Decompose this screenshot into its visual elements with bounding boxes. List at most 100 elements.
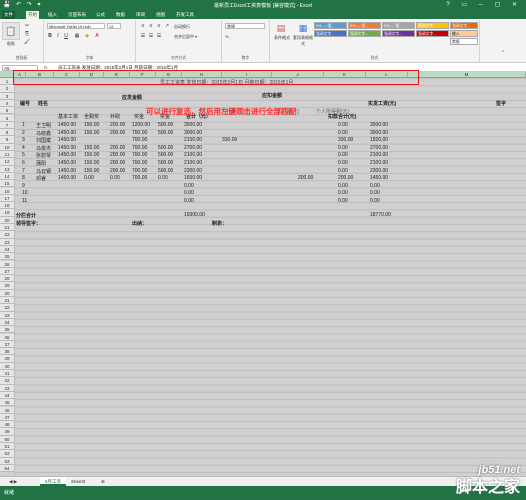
collapse-ribbon-icon[interactable]: ⌃ xyxy=(500,50,506,56)
paste-button[interactable]: 粘贴 xyxy=(2,41,20,47)
align-bottom-icon[interactable]: ≡ xyxy=(156,23,162,29)
row-header[interactable]: 2 xyxy=(0,85,14,93)
row-name[interactable]: 邓睿 xyxy=(36,175,46,182)
style-cell-input[interactable]: 输入 xyxy=(450,30,478,37)
tab-developer[interactable]: 开发工具 xyxy=(174,11,196,19)
font-name-select[interactable]: Microsoft YaHei UI Ligh xyxy=(47,23,105,29)
row-total[interactable]: 1650.00 xyxy=(184,175,202,181)
header-id[interactable]: 编号 xyxy=(20,100,30,107)
row-name[interactable]: 马云钢 xyxy=(36,168,51,175)
row-extra[interactable]: 500.00 xyxy=(158,168,173,174)
row-net[interactable]: 1450.00 xyxy=(370,175,388,181)
row-header[interactable]: 5 xyxy=(0,107,14,115)
row-deduct-total[interactable]: 0.00 xyxy=(338,198,348,204)
row-subsidy[interactable]: 200.00 xyxy=(110,130,125,136)
underline-icon[interactable]: U xyxy=(63,33,69,39)
row-net[interactable]: 0.00 xyxy=(370,190,380,196)
font-size-select[interactable]: 12 xyxy=(107,23,121,29)
style-cell-normal[interactable]: 常规 xyxy=(450,38,478,45)
spreadsheet[interactable]: A B C D E F G H I J K L M 1 2 3 4 5 6 7 8 9 10 11 1… xyxy=(0,70,526,476)
row-name[interactable]: 王卫明 xyxy=(36,122,51,129)
align-middle-icon[interactable]: ≡ xyxy=(148,23,154,29)
style-cell[interactable]: 0% — 强... xyxy=(348,22,381,29)
row-tax[interactable]: 330.00 xyxy=(222,137,237,143)
row-allowance[interactable]: 150.00 xyxy=(84,130,99,136)
table-format-icon[interactable]: ▦ xyxy=(294,23,312,34)
row-total[interactable]: 0.00 xyxy=(184,198,194,204)
style-cell[interactable]: 0% — 强... xyxy=(314,22,347,29)
row-net[interactable]: 2300.00 xyxy=(370,168,388,174)
header-net[interactable]: 实发工资(元) xyxy=(368,100,396,107)
style-cell[interactable]: 强调文字... xyxy=(416,22,449,29)
row-header[interactable]: 4 xyxy=(0,99,14,108)
row-id[interactable]: 7 xyxy=(22,168,25,174)
tab-page-layout[interactable]: 页面布局 xyxy=(66,11,88,19)
row-subsidy[interactable]: 200.00 xyxy=(110,145,125,151)
row-header[interactable]: 51 xyxy=(0,443,14,451)
row-header[interactable]: 52 xyxy=(0,450,14,458)
percent-button[interactable]: % , xyxy=(225,34,255,39)
row-extra[interactable]: 500.00 xyxy=(158,160,173,166)
header-sign[interactable]: 签字 xyxy=(496,100,506,107)
row-base[interactable]: 1450.00 xyxy=(58,122,76,128)
row-header[interactable]: 36 xyxy=(0,333,14,341)
conditional-format-button[interactable]: 条件格式 xyxy=(270,35,294,41)
row-header[interactable]: 47 xyxy=(0,413,14,422)
row-total[interactable]: 3000.00 xyxy=(184,130,202,136)
row-header[interactable]: 43 xyxy=(0,384,14,392)
row-base[interactable]: 1450.00 xyxy=(58,137,76,143)
row-id[interactable]: 8 xyxy=(22,175,25,181)
row-id[interactable]: 3 xyxy=(22,137,25,143)
row-fund[interactable]: 200.00 xyxy=(298,175,313,181)
row-subsidy[interactable]: 200.00 xyxy=(110,160,125,166)
row-extra[interactable]: 500.00 xyxy=(158,130,173,136)
row-bonus[interactable]: 700.00 xyxy=(132,145,147,151)
row-header[interactable]: 38 xyxy=(0,348,14,356)
row-subsidy[interactable]: 200.00 xyxy=(110,152,125,158)
row-id[interactable]: 1 xyxy=(22,122,25,128)
row-name[interactable]: 马俊杰 xyxy=(36,145,51,152)
style-cell[interactable]: 强调文字... xyxy=(416,30,449,37)
footer-leader[interactable]: 领导签字： xyxy=(16,220,41,227)
align-right-icon[interactable]: ☰ xyxy=(156,33,162,39)
row-header[interactable]: 46 xyxy=(0,406,14,414)
conditional-format-icon[interactable]: ▤ xyxy=(272,23,290,34)
row-total[interactable]: 0.00 xyxy=(184,190,194,196)
row-header[interactable]: 48 xyxy=(0,421,14,429)
copy-icon[interactable]: ⎘ xyxy=(24,31,30,37)
row-header[interactable]: 27 xyxy=(0,267,14,276)
row-base[interactable]: 1450.00 xyxy=(58,152,76,158)
row-net[interactable]: 2100.00 xyxy=(370,160,388,166)
row-header[interactable]: 1 xyxy=(0,78,14,86)
header-base[interactable]: 基本工资 xyxy=(58,113,78,120)
row-subsidy[interactable]: 0.00 xyxy=(110,175,120,181)
row-net[interactable]: 0.00 xyxy=(370,183,380,189)
row-allowance[interactable]: 150.00 xyxy=(84,160,99,166)
row-extra[interactable]: 500.00 xyxy=(158,152,173,158)
row-extra[interactable]: 500.00 xyxy=(158,145,173,151)
header-name[interactable]: 姓名 xyxy=(38,100,48,107)
row-header[interactable]: 11 xyxy=(0,151,14,159)
row-deduct-total[interactable]: 0.00 xyxy=(338,168,348,174)
row-extra[interactable]: 0.00 xyxy=(158,175,168,181)
paste-icon[interactable]: 📋 xyxy=(2,22,20,40)
row-deduct-total[interactable]: 0.00 xyxy=(338,130,348,136)
align-center-icon[interactable]: ☰ xyxy=(148,33,154,39)
row-header[interactable]: 15 xyxy=(0,180,14,188)
row-header[interactable]: 18 xyxy=(0,202,14,210)
row-base[interactable]: 1450.00 xyxy=(58,168,76,174)
row-name[interactable]: 蒲阳 xyxy=(36,160,46,167)
row-header[interactable]: 16 xyxy=(0,187,14,195)
row-deduct-total[interactable]: 330.00 xyxy=(338,137,353,143)
row-id[interactable]: 4 xyxy=(22,145,25,151)
header-deduct[interactable]: 应扣金额 xyxy=(262,92,282,99)
row-header[interactable]: 20 xyxy=(0,216,14,224)
row-header[interactable]: 45 xyxy=(0,399,14,407)
align-top-icon[interactable]: ≡ xyxy=(140,23,146,29)
row-bonus[interactable]: 700.00 xyxy=(132,152,147,158)
row-name[interactable]: 马晓鑫 xyxy=(36,130,51,137)
row-net[interactable]: 2100.00 xyxy=(370,152,388,158)
row-header[interactable]: 9 xyxy=(0,136,14,144)
row-total[interactable]: 0.00 xyxy=(184,183,194,189)
style-cell[interactable]: 强调文字... xyxy=(382,30,415,37)
